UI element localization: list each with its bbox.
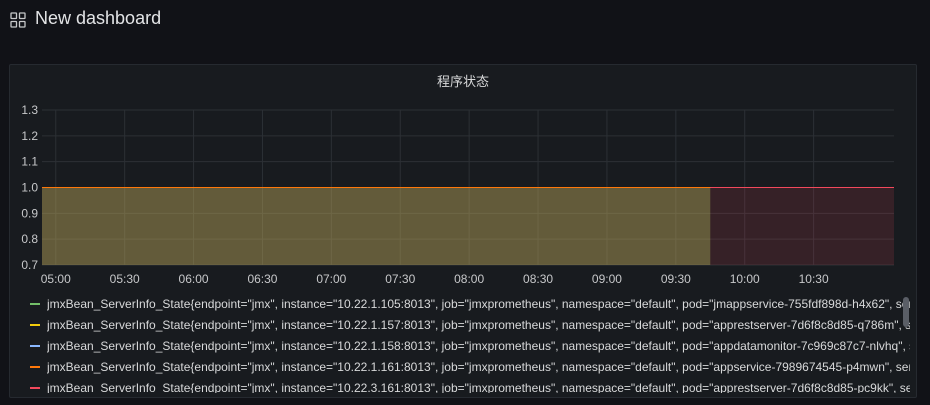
legend-item[interactable]: jmxBean_ServerInfo_State{endpoint="jmx",… xyxy=(30,335,910,356)
x-tick-label: 06:00 xyxy=(179,272,209,285)
legend-item[interactable]: jmxBean_ServerInfo_State{endpoint="jmx",… xyxy=(30,356,910,377)
graph-panel[interactable]: 程序状态 0.7 0.8 0.9 1.0 1.1 1.2 1.3 05:00 05:30 06:0… xyxy=(9,64,917,398)
legend-item[interactable]: jmxBean_ServerInfo_State{endpoint="jmx",… xyxy=(30,293,910,314)
legend-item[interactable]: jmxBean_ServerInfo_State{endpoint="jmx",… xyxy=(30,314,910,335)
x-tick-label: 08:30 xyxy=(523,272,553,285)
x-tick-label: 05:00 xyxy=(41,272,71,285)
legend-label: jmxBean_ServerInfo_State{endpoint="jmx",… xyxy=(47,338,910,353)
series-area xyxy=(42,187,711,265)
legend-scrollbar[interactable] xyxy=(903,297,909,327)
x-tick-label: 09:00 xyxy=(592,272,622,285)
y-tick-label: 1.1 xyxy=(21,155,38,169)
dashboard-grid-icon[interactable] xyxy=(10,12,26,28)
x-tick-label: 09:30 xyxy=(661,272,691,285)
dashboard-title[interactable]: New dashboard xyxy=(35,8,161,29)
y-tick-label: 0.7 xyxy=(21,258,38,272)
legend-item[interactable]: jmxBean_ServerInfo_State{endpoint="jmx",… xyxy=(30,377,910,393)
x-tick-label: 05:30 xyxy=(110,272,140,285)
legend-swatch xyxy=(30,386,40,389)
legend-label: jmxBean_ServerInfo_State{endpoint="jmx",… xyxy=(47,317,910,332)
legend-label: jmxBean_ServerInfo_State{endpoint="jmx",… xyxy=(47,359,910,374)
x-tick-label: 10:00 xyxy=(730,272,760,285)
y-tick-label: 1.2 xyxy=(21,129,38,143)
legend-swatch xyxy=(30,323,40,326)
y-tick-label: 1.3 xyxy=(21,103,38,117)
x-tick-label: 08:00 xyxy=(454,272,484,285)
dashboard-header: New dashboard xyxy=(0,0,930,40)
chart-legend: jmxBean_ServerInfo_State{endpoint="jmx",… xyxy=(30,293,910,393)
y-tick-label: 0.9 xyxy=(21,206,38,220)
chart-plot[interactable]: 0.7 0.8 0.9 1.0 1.1 1.2 1.3 05:00 05:30 06:00 06:3… xyxy=(10,65,916,285)
y-tick-label: 1.0 xyxy=(21,181,38,195)
x-tick-label: 10:30 xyxy=(799,272,829,285)
legend-label: jmxBean_ServerInfo_State{endpoint="jmx",… xyxy=(47,296,910,311)
series-area xyxy=(710,187,894,265)
legend-swatch xyxy=(30,365,40,368)
legend-swatch xyxy=(30,344,40,347)
legend-swatch xyxy=(30,302,40,305)
x-tick-label: 07:00 xyxy=(316,272,346,285)
y-tick-label: 0.8 xyxy=(21,232,38,246)
x-tick-label: 07:30 xyxy=(385,272,415,285)
x-tick-label: 06:30 xyxy=(247,272,277,285)
legend-label: jmxBean_ServerInfo_State{endpoint="jmx",… xyxy=(47,380,910,394)
